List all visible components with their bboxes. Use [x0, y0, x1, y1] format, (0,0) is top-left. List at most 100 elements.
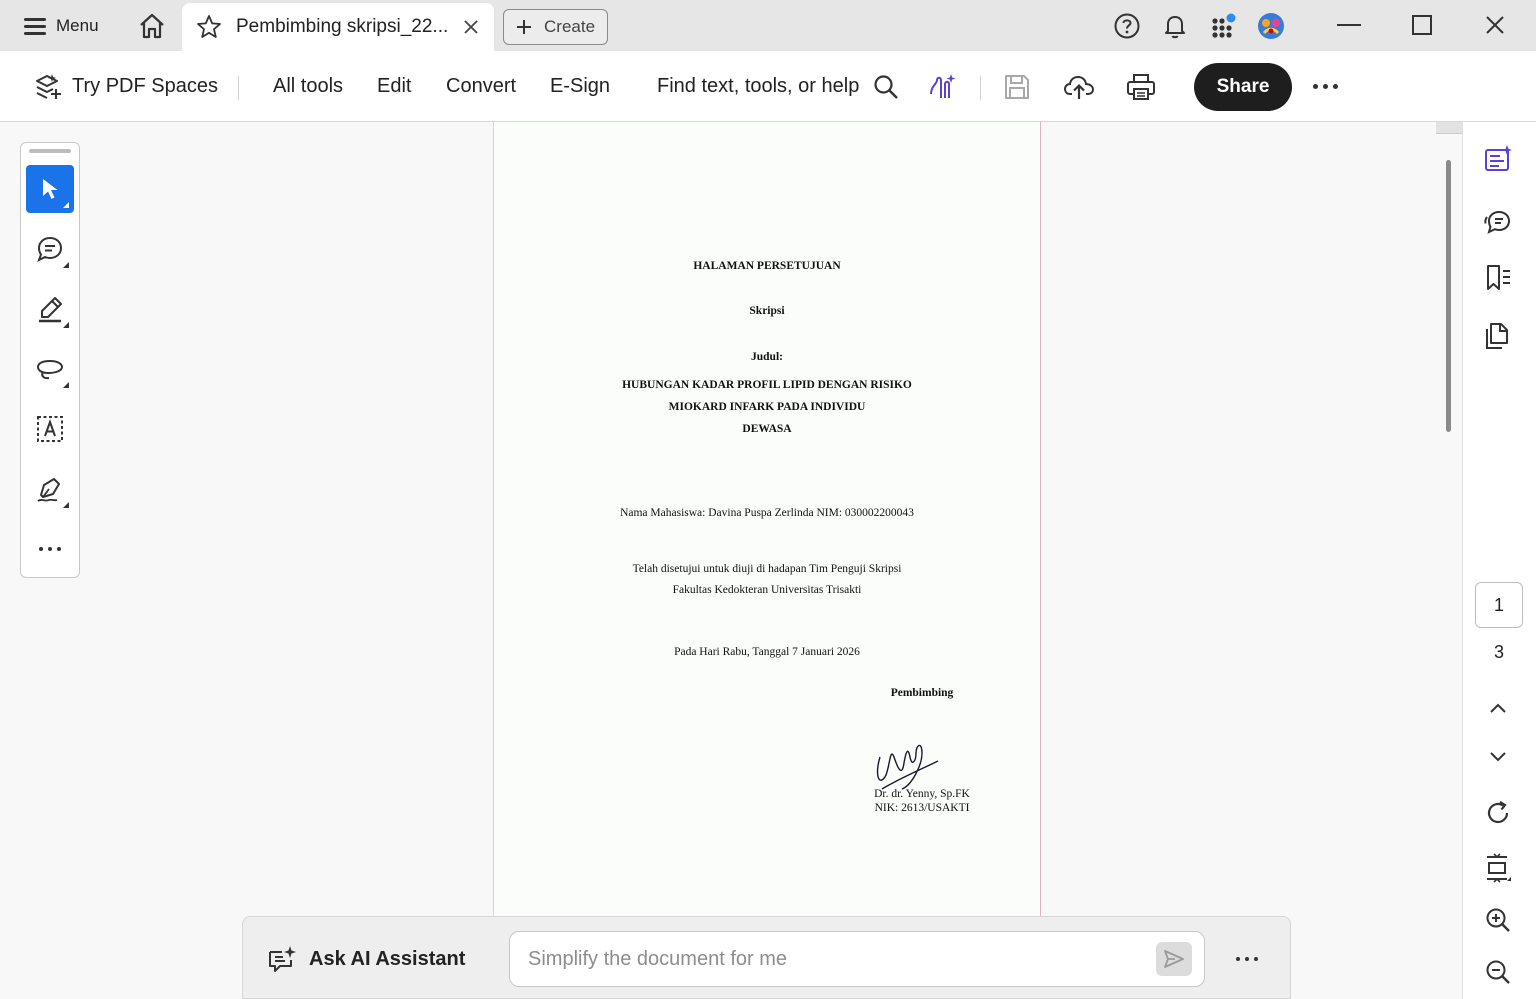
more-horizontal-icon — [1313, 84, 1338, 89]
toolbar-divider — [980, 76, 981, 100]
ai-more-options-button[interactable] — [1229, 941, 1265, 977]
ai-assistant-bar: Ask AI Assistant — [242, 916, 1291, 999]
comment-tool[interactable] — [26, 225, 74, 273]
page-fit-button[interactable] — [1480, 850, 1516, 886]
create-label: Create — [544, 17, 596, 36]
scrollbar-thumb[interactable] — [1446, 160, 1451, 432]
ai-prompt-input[interactable] — [509, 931, 1205, 987]
more-horizontal-icon — [39, 547, 61, 551]
ai-sparkle-icon — [930, 73, 956, 98]
zoom-out-icon — [1486, 960, 1510, 984]
ai-tools-button[interactable] — [927, 51, 957, 122]
more-options-button[interactable] — [1313, 51, 1338, 122]
create-button[interactable]: Create — [503, 9, 608, 45]
main-toolbar: Try PDF Spaces All tools Edit Convert E-… — [0, 51, 1536, 122]
next-page-button[interactable] — [1480, 739, 1516, 775]
save-button[interactable] — [1003, 51, 1031, 122]
scroll-up-arrow[interactable] — [1436, 122, 1462, 134]
search-label: Find text, tools, or help — [657, 75, 860, 97]
try-pdf-spaces-label: Try PDF Spaces — [72, 75, 218, 97]
comments-list-icon — [1484, 210, 1511, 234]
menu-label: Menu — [56, 16, 99, 35]
sign-tool[interactable] — [26, 465, 74, 513]
esign-menu[interactable]: E-Sign — [550, 51, 610, 122]
ai-summary-button[interactable] — [1480, 141, 1516, 177]
share-button[interactable]: Share — [1194, 63, 1292, 111]
cursor-arrow-icon — [43, 179, 58, 199]
profile-avatar[interactable] — [1256, 11, 1286, 41]
close-window-button[interactable] — [1472, 8, 1518, 42]
rotate-button[interactable] — [1480, 795, 1516, 831]
quick-tools-panel — [20, 142, 80, 578]
ai-document-icon — [1485, 145, 1512, 171]
doc-type-line: Skripsi — [749, 305, 785, 317]
menu-button[interactable]: Menu — [14, 8, 109, 44]
title-line-1: HUBUNGAN KADAR PROFIL LIPID DENGAN RISIK… — [622, 379, 912, 391]
highlight-tool[interactable] — [26, 285, 74, 333]
toolbar-divider — [238, 76, 239, 100]
ask-ai-assistant-button[interactable]: Ask AI Assistant — [267, 939, 465, 979]
student-line: Nama Mahasiswa: Davina Puspa Zerlinda NI… — [620, 507, 914, 519]
freehand-lasso-icon — [36, 360, 64, 380]
cloud-upload-icon — [1063, 75, 1095, 99]
star-icon[interactable] — [196, 14, 222, 40]
pdf-page: HALAMAN PERSETUJUAN Skripsi Judul: HUBUN… — [493, 122, 1041, 942]
all-tools-menu[interactable]: All tools — [273, 51, 343, 122]
title-line-2: MIOKARD INFARK PADA INDIVIDU — [668, 401, 866, 413]
bookmarks-panel-button[interactable] — [1480, 260, 1516, 296]
find-search-button[interactable]: Find text, tools, or help — [657, 51, 899, 122]
minimize-button[interactable] — [1326, 8, 1372, 42]
apps-grid-icon — [1212, 13, 1236, 38]
help-icon — [1114, 13, 1140, 39]
home-icon — [140, 13, 164, 39]
previous-page-button[interactable] — [1480, 690, 1516, 726]
pages-panel-button[interactable] — [1480, 318, 1516, 354]
copy-pages-icon — [1486, 323, 1508, 349]
hamburger-icon — [24, 17, 46, 35]
signature-mark — [876, 744, 939, 790]
convert-menu[interactable]: Convert — [446, 51, 516, 122]
close-tab-icon[interactable] — [462, 18, 480, 36]
zoom-in-icon — [1486, 908, 1510, 932]
draw-tool[interactable] — [26, 345, 74, 393]
minimize-icon — [1337, 24, 1361, 26]
upload-cloud-button[interactable] — [1063, 51, 1095, 122]
edit-menu[interactable]: Edit — [377, 51, 411, 122]
try-pdf-spaces-button[interactable]: Try PDF Spaces — [32, 51, 218, 122]
ai-assistant-label: Ask AI Assistant — [309, 947, 466, 970]
current-page-input[interactable]: 1 — [1475, 582, 1523, 628]
chevron-down-icon — [1490, 752, 1506, 762]
document-tab[interactable]: Pembimbing skripsi_22... — [182, 3, 494, 51]
comments-panel-button[interactable] — [1480, 204, 1516, 240]
select-tool[interactable] — [26, 165, 74, 213]
more-tools-button[interactable] — [26, 525, 74, 573]
approval-line-2: Fakultas Kedokteran Universitas Trisakti — [672, 584, 862, 596]
maximize-button[interactable] — [1399, 8, 1445, 42]
send-prompt-button[interactable] — [1156, 942, 1192, 976]
supervisor-nik: NIK: 2613/USAKTI — [874, 802, 970, 814]
approval-line-1: Telah disetujui untuk diuji di hadapan T… — [632, 563, 902, 575]
total-pages-label: 3 — [1493, 642, 1504, 662]
zoom-in-button[interactable] — [1480, 902, 1516, 938]
drag-handle[interactable] — [29, 149, 71, 153]
plus-icon — [517, 20, 531, 34]
ai-chat-sparkle-icon — [269, 946, 296, 972]
notifications-button[interactable] — [1160, 11, 1190, 41]
avatar-icon — [1258, 13, 1284, 39]
document-viewport[interactable]: HALAMAN PERSETUJUAN Skripsi Judul: HUBUN… — [0, 122, 1436, 999]
close-icon — [1486, 16, 1504, 34]
home-button[interactable] — [134, 10, 170, 42]
help-button[interactable] — [1112, 11, 1142, 41]
bookmark-list-icon — [1487, 265, 1510, 290]
tab-title: Pembimbing skripsi_22... — [236, 16, 449, 37]
text-box-tool[interactable] — [26, 405, 74, 453]
zoom-out-button[interactable] — [1480, 954, 1516, 990]
chevron-up-icon — [1490, 703, 1506, 713]
fit-page-icon — [1487, 853, 1511, 883]
print-button[interactable] — [1126, 51, 1156, 122]
text-box-icon — [37, 416, 63, 442]
vertical-scrollbar[interactable] — [1436, 122, 1462, 999]
date-line: Pada Hari Rabu, Tanggal 7 Januari 2026 — [674, 646, 860, 658]
apps-button[interactable] — [1209, 11, 1239, 41]
page-heading: HALAMAN PERSETUJUAN — [693, 260, 841, 272]
